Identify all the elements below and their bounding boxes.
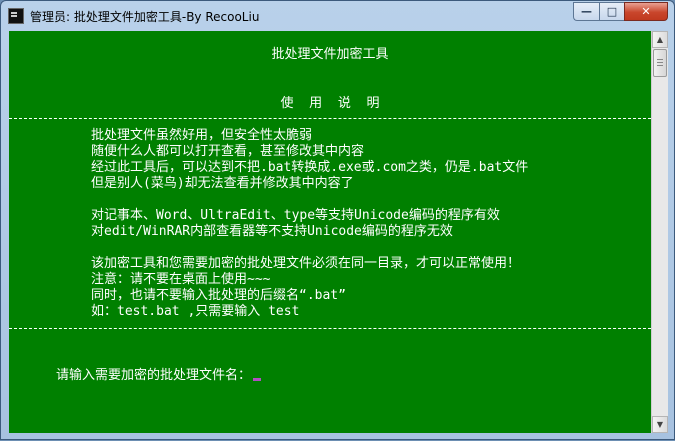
vertical-scrollbar[interactable]: ▲ ▼ <box>651 31 668 433</box>
input-prompt-line[interactable]: 请输入需要加密的批处理文件名： <box>9 352 261 383</box>
console-output[interactable]: 批处理文件加密工具 使 用 说 明 批处理文件虽然好用，但安全性太脆弱 随便什么人… <box>9 31 651 433</box>
instruction-line: 经过此工具后，可以达到不把.bat转换成.exe或.com之类，仍是.bat文件 <box>91 160 529 175</box>
separator-top <box>9 118 651 119</box>
console-window: 管理员: 批处理文件加密工具-By RecooLiu — □ ✕ 批处理文件加密… <box>0 0 675 440</box>
minimize-button[interactable]: — <box>573 2 599 21</box>
title-bar[interactable]: 管理员: 批处理文件加密工具-By RecooLiu — □ ✕ <box>1 1 674 31</box>
instruction-line: 注意：请不要在桌面上使用~~~ <box>91 272 271 287</box>
scrollbar-thumb[interactable] <box>653 49 667 77</box>
input-prompt: 请输入需要加密的批处理文件名： <box>55 368 251 383</box>
instruction-line: 该加密工具和您需要加密的批处理文件必须在同一目录，才可以正常使用！ <box>91 256 521 271</box>
close-button[interactable]: ✕ <box>624 2 668 21</box>
console-subheading: 使 用 说 明 <box>280 96 380 111</box>
window-title: 管理员: 批处理文件加密工具-By RecooLiu <box>30 9 260 24</box>
instruction-line: 如：test.bat ,只需要输入 test <box>91 304 300 319</box>
instruction-line: 批处理文件虽然好用，但安全性太脆弱 <box>91 128 313 143</box>
text-cursor <box>252 378 261 381</box>
instruction-line: 但是别人(菜鸟)却无法查看并修改其中内容了 <box>91 176 354 191</box>
arrow-down-icon[interactable]: ▼ <box>652 416 668 433</box>
instruction-line: 随便什么人都可以打开查看，甚至修改其中内容 <box>91 144 365 159</box>
window-controls: — □ ✕ <box>573 2 668 21</box>
separator-bottom <box>9 328 651 329</box>
maximize-button[interactable]: □ <box>599 2 624 21</box>
console-icon[interactable] <box>8 8 24 24</box>
instruction-line: 对edit/WinRAR内部查看器等不支持Unicode编码的程序无效 <box>91 224 453 239</box>
arrow-up-icon[interactable]: ▲ <box>652 31 668 48</box>
instruction-line: 同时，也请不要输入批处理的后缀名“.bat” <box>91 288 346 303</box>
console-heading: 批处理文件加密工具 <box>271 47 389 62</box>
instruction-line: 对记事本、Word、UltraEdit、type等支持Unicode编码的程序有… <box>91 208 500 223</box>
